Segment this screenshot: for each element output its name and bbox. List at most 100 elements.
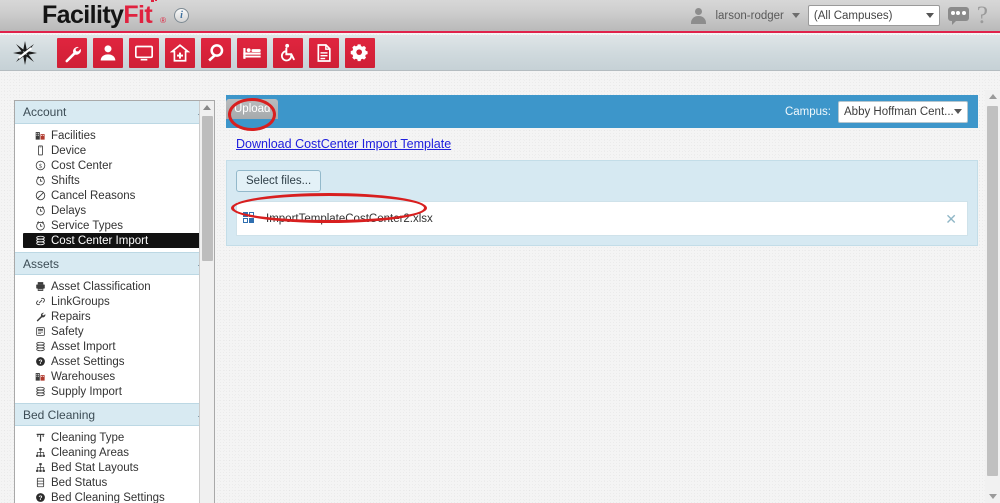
avatar-icon <box>690 7 707 24</box>
toolbar-person-button[interactable] <box>93 37 123 68</box>
sidebar-item-label: Repairs <box>51 310 91 323</box>
hierarchy-icon <box>35 462 46 473</box>
sidebar-item-label: Cleaning Areas <box>51 446 129 459</box>
sidebar-item-service-types[interactable]: Service Types <box>15 218 214 233</box>
sidebar-item-asset-classification[interactable]: Asset Classification <box>15 279 214 294</box>
sidebar-item-bed-stat-layouts[interactable]: Bed Stat Layouts <box>15 460 214 475</box>
sidebar-item-cleaning-type[interactable]: Cleaning Type <box>15 430 214 445</box>
campus-filter-select[interactable]: (All Campuses) <box>807 5 940 26</box>
page-scroll-thumb[interactable] <box>987 106 998 476</box>
sparkle-icon[interactable] <box>10 38 40 68</box>
help-icon[interactable]: ? <box>977 3 988 28</box>
sidebar-scroll-thumb[interactable] <box>202 116 213 261</box>
person-icon <box>98 43 118 63</box>
username-label[interactable]: larson-rodger <box>715 10 783 22</box>
remove-file-icon[interactable]: ✕ <box>945 212 957 226</box>
sidebar-section-header-account[interactable]: Account <box>15 101 214 124</box>
sidebar-item-label: Asset Classification <box>51 280 151 293</box>
sidebar-item-repairs[interactable]: Repairs <box>15 309 214 324</box>
sidebar-section-title: Account <box>23 105 67 119</box>
chevron-down-icon <box>988 494 997 499</box>
page-scroll-down-button[interactable] <box>985 490 1000 503</box>
file-row[interactable]: ImportTemplateCostCenter2.xlsx ✕ <box>237 202 967 235</box>
sidebar-item-label: Supply Import <box>51 385 122 398</box>
wrench-icon <box>62 43 82 63</box>
toolbar-wrench-button[interactable] <box>57 37 87 68</box>
sidebar-item-delays[interactable]: Delays <box>15 203 214 218</box>
toolbar-search-button[interactable] <box>201 37 231 68</box>
sidebar-item-label: Bed Stat Layouts <box>51 461 139 474</box>
campus-select-value: Abby Hoffman Cent... <box>844 105 954 118</box>
monitor-icon <box>134 43 154 63</box>
stack-icon <box>35 386 46 397</box>
toolbar-home-button[interactable] <box>165 37 195 68</box>
page-scroll-up-button[interactable] <box>985 90 1000 103</box>
sidebar-section-title: Bed Cleaning <box>23 407 96 422</box>
user-menu-chevron-down-icon[interactable] <box>791 13 800 18</box>
toolbar-monitor-button[interactable] <box>129 37 159 68</box>
sidebar-item-asset-import[interactable]: Asset Import <box>15 339 214 354</box>
sidebar-item-facilities[interactable]: Facilities <box>15 128 214 143</box>
sidebar-section-header-assets[interactable]: Assets <box>15 252 214 275</box>
app-logo[interactable]: Facility Fit ® <box>42 0 166 30</box>
toolbar-document-button[interactable] <box>309 37 339 68</box>
main-icon-toolbar <box>0 35 1000 71</box>
wrench-icon <box>35 311 46 322</box>
sidebar-item-cost-center-import[interactable]: Cost Center Import <box>23 233 213 248</box>
sidebar-item-label: Service Types <box>51 219 124 232</box>
sidebar-section-list: Facilities Device $ Cost Center Shifts Cancel… <box>15 124 214 252</box>
sidebar-scrollbar[interactable] <box>199 101 214 503</box>
chevron-up-icon <box>988 94 997 99</box>
no-entry-icon <box>35 190 46 201</box>
info-icon[interactable]: i <box>174 8 190 23</box>
bed-icon <box>242 43 262 63</box>
home-plus-icon <box>170 43 190 63</box>
sidebar-item-label: Cost Center <box>51 159 113 172</box>
svg-text:$: $ <box>39 163 42 170</box>
sidebar-item-linkgroups[interactable]: LinkGroups <box>15 294 214 309</box>
building-icon <box>35 130 46 141</box>
toolbar-wheelchair-button[interactable] <box>273 37 303 68</box>
chevron-down-icon <box>925 13 934 18</box>
stack-icon <box>35 341 46 352</box>
toolbar-settings-button[interactable] <box>345 37 375 68</box>
sidebar-item-label: Device <box>51 144 87 157</box>
main-content: Upload Campus: Abby Hoffman Cent... Down… <box>226 95 978 246</box>
logo-splash-icon <box>150 0 159 23</box>
content-header-bar: Upload Campus: Abby Hoffman Cent... <box>226 95 978 128</box>
upload-panel: Select files... ImportTemplateCostCenter… <box>226 160 978 246</box>
sidebar-section-list: Asset Classification LinkGroups Repairs Saf… <box>15 275 214 403</box>
download-template-link[interactable]: Download CostCenter Import Template <box>236 137 451 151</box>
sidebar-item-shifts[interactable]: Shifts <box>15 173 214 188</box>
chat-bubble-icon[interactable] <box>947 6 969 25</box>
sidebar-item-label: Cancel Reasons <box>51 189 136 202</box>
select-files-button[interactable]: Select files... <box>236 170 322 192</box>
document-icon <box>314 43 334 63</box>
sidebar-section-list: Cleaning Type Cleaning Areas Bed Stat Layo… <box>15 426 214 503</box>
upload-tab[interactable]: Upload <box>226 99 279 119</box>
uploaded-file-list: ImportTemplateCostCenter2.xlsx ✕ <box>236 201 968 236</box>
campus-select[interactable]: Abby Hoffman Cent... <box>838 100 968 123</box>
question-icon: ? <box>35 492 46 503</box>
spreadsheet-icon <box>243 212 256 225</box>
sidebar-item-cleaning-areas[interactable]: Cleaning Areas <box>15 445 214 460</box>
page-scrollbar[interactable] <box>985 90 1000 503</box>
sidebar-item-device[interactable]: Device <box>15 143 214 158</box>
sidebar-item-supply-import[interactable]: Supply Import <box>15 384 214 399</box>
sidebar-scroll-up-button[interactable] <box>200 101 214 114</box>
toolbar-bed-button[interactable] <box>237 37 267 68</box>
list-icon <box>35 477 46 488</box>
sidebar-item-cancel-reasons[interactable]: Cancel Reasons <box>15 188 214 203</box>
sidebar-item-asset-settings[interactable]: ? Asset Settings <box>15 354 214 369</box>
device-icon <box>35 145 46 156</box>
sidebar-section-header-bed-cleaning[interactable]: Bed Cleaning <box>15 403 214 426</box>
clock-icon <box>35 205 46 216</box>
sidebar-item-cost-center[interactable]: $ Cost Center <box>15 158 214 173</box>
sidebar-section-title: Assets <box>23 256 60 271</box>
sidebar-item-safety[interactable]: Safety <box>15 324 214 339</box>
sidebar-item-bed-status[interactable]: Bed Status <box>15 475 214 490</box>
sidebar-item-bed-cleaning-settings[interactable]: ? Bed Cleaning Settings <box>15 490 214 503</box>
sidebar-item-warehouses[interactable]: Warehouses <box>15 369 214 384</box>
stack-icon <box>35 235 46 246</box>
sidebar-item-label: Shifts <box>51 174 80 187</box>
